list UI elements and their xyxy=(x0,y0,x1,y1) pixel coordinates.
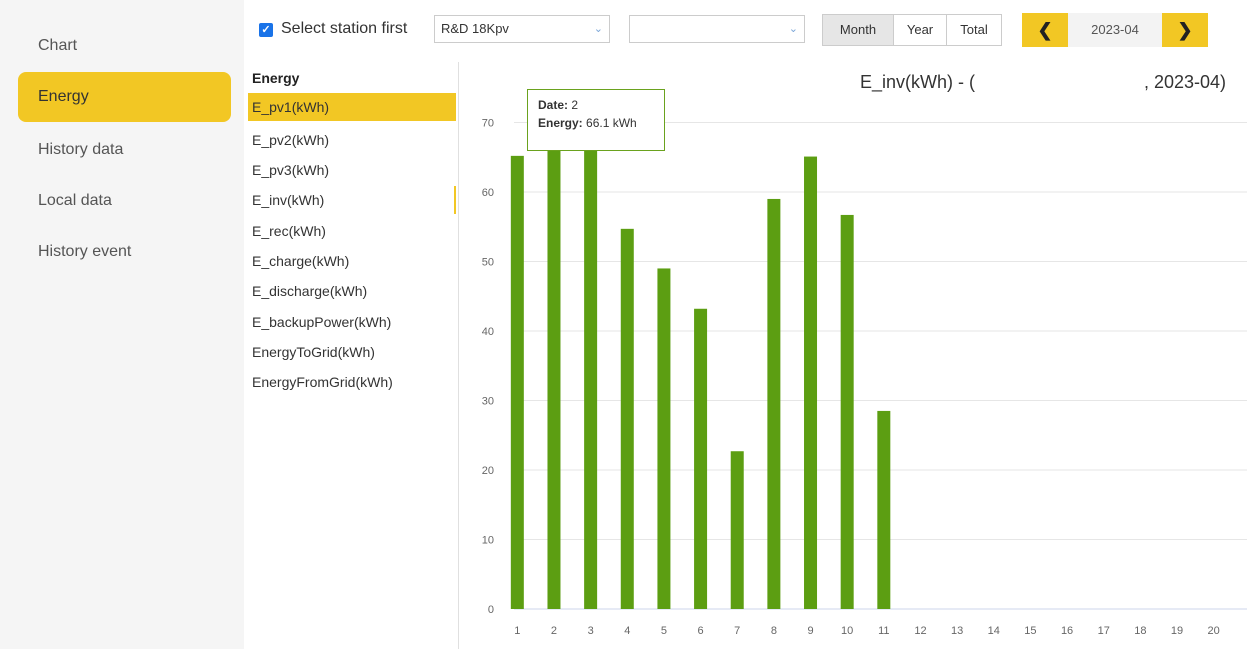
chart-title-left: E_inv(kWh) - ( xyxy=(860,72,976,92)
prev-date-button[interactable]: ❮ xyxy=(1022,13,1068,47)
x-tick-label: 7 xyxy=(734,625,740,637)
x-tick-label: 5 xyxy=(661,625,667,637)
chevron-right-icon: ❯ xyxy=(1177,20,1193,40)
energy-item-e-inv[interactable]: E_inv(kWh) xyxy=(248,186,456,214)
x-tick-label: 19 xyxy=(1171,625,1183,637)
bar-day-10 xyxy=(840,214,854,609)
bar-day-3 xyxy=(584,144,598,609)
sidebar-item-energy[interactable]: Energy xyxy=(18,72,231,122)
sidebar: Chart Energy History data Local data His… xyxy=(0,0,244,649)
x-tick-label: 6 xyxy=(698,625,704,637)
chart-title-right: , 2023-04) xyxy=(1144,72,1227,92)
bar-day-7 xyxy=(730,451,744,609)
sidebar-item-history-event[interactable]: History event xyxy=(18,227,231,277)
select-station-checkbox[interactable]: ✓ xyxy=(259,23,273,37)
x-tick-label: 10 xyxy=(841,625,853,637)
x-tick-label: 1 xyxy=(514,625,520,637)
station-select[interactable]: R&D 18Kpv ⌄ xyxy=(434,15,610,43)
energy-item-energyfromgrid[interactable]: EnergyFromGrid(kWh) xyxy=(248,368,456,396)
x-tick-label: 20 xyxy=(1208,625,1220,637)
energy-list-heading: Energy xyxy=(252,70,300,86)
x-tick-label: 17 xyxy=(1098,625,1110,637)
sidebar-item-chart[interactable]: Chart xyxy=(18,21,231,71)
device-select[interactable]: ⌄ xyxy=(629,15,805,43)
y-tick-label: 30 xyxy=(482,396,494,408)
chart-tooltip: Date: 2 Energy: 66.1 kWh xyxy=(527,89,665,151)
bar-day-5 xyxy=(657,268,671,609)
energy-list: Energy E_pv1(kWh) E_pv2(kWh) E_pv3(kWh) … xyxy=(244,62,459,649)
station-select-value: R&D 18Kpv xyxy=(441,21,509,36)
y-tick-label: 10 xyxy=(482,535,494,547)
energy-item-e-charge[interactable]: E_charge(kWh) xyxy=(248,247,456,275)
chevron-down-icon: ⌄ xyxy=(788,23,798,35)
energy-item-e-rec[interactable]: E_rec(kWh) xyxy=(248,217,456,245)
tooltip-energy-value: 66.1 kWh xyxy=(586,116,637,130)
chevron-down-icon: ⌄ xyxy=(593,23,603,35)
tab-month[interactable]: Month xyxy=(822,14,894,46)
y-tick-label: 50 xyxy=(482,257,494,269)
bar-day-8 xyxy=(767,198,781,609)
x-tick-label: 12 xyxy=(914,625,926,637)
tooltip-date-label: Date: xyxy=(538,98,569,112)
energy-item-e-backuppower[interactable]: E_backupPower(kWh) xyxy=(248,308,456,336)
select-station-label: Select station first xyxy=(281,20,408,37)
energy-item-e-discharge[interactable]: E_discharge(kWh) xyxy=(248,277,456,305)
tab-total[interactable]: Total xyxy=(946,14,1002,46)
x-tick-label: 3 xyxy=(588,625,594,637)
x-tick-label: 2 xyxy=(551,625,557,637)
chevron-left-icon: ❮ xyxy=(1037,20,1053,40)
x-tick-label: 13 xyxy=(951,625,963,637)
y-tick-label: 70 xyxy=(482,118,494,130)
x-tick-label: 18 xyxy=(1134,625,1146,637)
y-tick-label: 20 xyxy=(482,465,494,477)
x-tick-label: 9 xyxy=(807,625,813,637)
x-tick-label: 15 xyxy=(1024,625,1036,637)
toolbar: ✓ Select station first R&D 18Kpv ⌄ ⌄ Mon… xyxy=(244,0,1252,62)
y-tick-label: 40 xyxy=(482,326,494,338)
x-tick-label: 4 xyxy=(624,625,630,637)
sidebar-item-history-data[interactable]: History data xyxy=(18,125,231,175)
next-date-button[interactable]: ❯ xyxy=(1162,13,1208,47)
tooltip-energy-label: Energy: xyxy=(538,116,583,130)
y-tick-label: 0 xyxy=(488,604,494,616)
bar-day-2 xyxy=(547,149,561,609)
bar-day-11 xyxy=(877,410,891,609)
x-tick-label: 16 xyxy=(1061,625,1073,637)
sidebar-item-local-data[interactable]: Local data xyxy=(18,176,231,226)
bar-day-1 xyxy=(510,155,524,610)
bar-day-9 xyxy=(804,156,818,609)
date-display[interactable]: 2023-04 xyxy=(1068,13,1162,47)
energy-item-e-pv3[interactable]: E_pv3(kWh) xyxy=(248,156,456,184)
bar-day-4 xyxy=(620,228,634,609)
tooltip-date-value: 2 xyxy=(571,98,579,112)
energy-item-e-pv1[interactable]: E_pv1(kWh) xyxy=(248,93,456,121)
energy-item-e-pv2[interactable]: E_pv2(kWh) xyxy=(248,126,456,154)
x-tick-label: 14 xyxy=(988,625,1000,637)
energy-item-energytogrid[interactable]: EnergyToGrid(kWh) xyxy=(248,338,456,366)
x-tick-label: 11 xyxy=(878,625,889,637)
y-tick-label: 60 xyxy=(482,187,494,199)
bar-day-6 xyxy=(694,308,708,609)
tab-year[interactable]: Year xyxy=(893,14,947,46)
x-tick-label: 8 xyxy=(771,625,777,637)
